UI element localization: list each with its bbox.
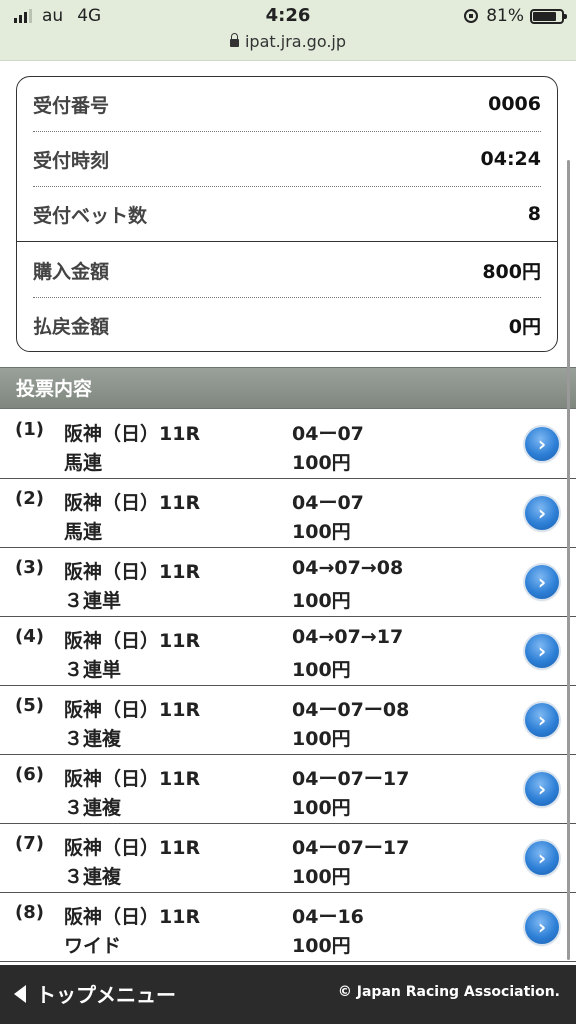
receipt-summary: 受付番号 0006 受付時刻 04:24 受付ベット数 8 購入金額 800円 … — [16, 76, 558, 352]
address-bar[interactable]: ipat.jra.go.jp — [0, 32, 576, 51]
bet-type: ３連単 — [64, 659, 122, 681]
bet-number: (2) — [15, 488, 44, 509]
bet-type: ３連複 — [64, 797, 122, 819]
bet-race: 阪神（日）11R — [64, 423, 201, 445]
bet-type: ３連複 — [64, 866, 122, 888]
chevron-right-icon[interactable]: › — [525, 703, 559, 737]
bet-amount: 100円 — [292, 452, 351, 474]
bet-amount: 100円 — [292, 935, 351, 957]
bet-amount: 100円 — [292, 659, 351, 681]
summary-label: 受付番号 — [33, 94, 110, 117]
bet-race: 阪神（日）11R — [64, 768, 201, 790]
bet-number: (7) — [15, 833, 44, 854]
summary-value: 04:24 — [480, 148, 541, 170]
bet-race: 阪神（日）11R — [64, 630, 201, 652]
scrollbar[interactable] — [567, 160, 570, 960]
bet-type: 馬連 — [64, 452, 103, 474]
bet-combination: 04→07→17 — [292, 626, 404, 648]
bet-number: (5) — [15, 695, 44, 716]
bet-row[interactable]: (5) 阪神（日）11R ３連複 04ー07ー08 100円 › — [0, 686, 576, 755]
summary-row-receipt-time: 受付時刻 04:24 — [33, 132, 541, 186]
bet-race: 阪神（日）11R — [64, 561, 201, 583]
section-header: 投票内容 — [0, 367, 576, 409]
status-right: 81% — [464, 6, 567, 26]
bet-race: 阪神（日）11R — [64, 492, 201, 514]
summary-value: 0円 — [508, 315, 541, 338]
bet-row[interactable]: (1) 阪神（日）11R 馬連 04ー07 100円 › — [0, 410, 576, 479]
bet-row[interactable]: (4) 阪神（日）11R ３連単 04→07→17 100円 › — [0, 617, 576, 686]
bet-row[interactable]: (6) 阪神（日）11R ３連複 04ー07ー17 100円 › — [0, 755, 576, 824]
chevron-right-icon[interactable]: › — [525, 772, 559, 806]
padlock-icon — [229, 33, 239, 47]
bet-amount: 100円 — [292, 866, 351, 888]
bet-combination: 04→07→08 — [292, 557, 404, 579]
bet-type: ３連単 — [64, 590, 122, 612]
bet-amount: 100円 — [292, 797, 351, 819]
summary-row-receipt-number: 受付番号 0006 — [33, 77, 541, 131]
bet-race: 阪神（日）11R — [64, 699, 201, 721]
summary-label: 受付時刻 — [33, 149, 110, 172]
bet-number: (8) — [15, 902, 44, 923]
bet-combination: 04ー07ー17 — [292, 768, 410, 790]
bet-combination: 04ー07 — [292, 423, 364, 445]
chevron-right-icon[interactable]: › — [525, 634, 559, 668]
bet-number: (4) — [15, 626, 44, 647]
url-text: ipat.jra.go.jp — [244, 32, 347, 51]
bet-number: (6) — [15, 764, 44, 785]
chevron-right-icon[interactable]: › — [525, 565, 559, 599]
summary-row-payout-amount: 払戻金額 0円 — [33, 298, 541, 352]
rotation-lock-icon — [464, 9, 479, 23]
chevron-right-icon[interactable]: › — [525, 496, 559, 530]
bet-combination: 04ー16 — [292, 906, 364, 928]
bet-amount: 100円 — [292, 728, 351, 750]
battery-icon — [530, 8, 567, 24]
bet-number: (3) — [15, 557, 44, 578]
bet-type: 馬連 — [64, 521, 103, 543]
summary-value: 8 — [527, 203, 541, 225]
status-bar: au 4G 4:26 81% ipat.jra.go.jp — [0, 0, 576, 61]
summary-value: 800円 — [482, 260, 541, 283]
bet-amount: 100円 — [292, 590, 351, 612]
bet-combination: 04ー07ー08 — [292, 699, 410, 721]
chevron-right-icon[interactable]: › — [525, 841, 559, 875]
top-menu-link[interactable]: トップメニュー — [14, 979, 176, 1008]
summary-label: 受付ベット数 — [33, 204, 148, 227]
copyright: © Japan Racing Association. — [337, 984, 560, 1000]
chevron-right-icon[interactable]: › — [525, 910, 559, 944]
bet-number: (1) — [15, 419, 44, 440]
bet-race: 阪神（日）11R — [64, 837, 201, 859]
bet-type: ３連複 — [64, 728, 122, 750]
bet-amount: 100円 — [292, 521, 351, 543]
summary-label: 購入金額 — [33, 260, 110, 283]
bet-combination: 04ー07ー17 — [292, 837, 410, 859]
bet-row[interactable]: (7) 阪神（日）11R ３連複 04ー07ー17 100円 › — [0, 824, 576, 893]
bet-row[interactable]: (8) 阪神（日）11R ワイド 04ー16 100円 › — [0, 893, 576, 962]
bet-row[interactable]: (3) 阪神（日）11R ３連単 04→07→08 100円 › — [0, 548, 576, 617]
back-arrow-icon — [14, 984, 26, 1003]
divider — [17, 241, 557, 242]
top-menu-label: トップメニュー — [36, 983, 176, 1007]
bet-combination: 04ー07 — [292, 492, 364, 514]
summary-row-purchase-amount: 購入金額 800円 — [33, 243, 541, 297]
summary-row-bet-count: 受付ベット数 8 — [33, 187, 541, 241]
bet-type: ワイド — [64, 935, 122, 957]
summary-label: 払戻金額 — [33, 315, 110, 338]
bet-row[interactable]: (2) 阪神（日）11R 馬連 04ー07 100円 › — [0, 479, 576, 548]
summary-value: 0006 — [488, 93, 541, 115]
chevron-right-icon[interactable]: › — [525, 427, 559, 461]
bet-race: 阪神（日）11R — [64, 906, 201, 928]
battery-percent: 81% — [486, 6, 524, 26]
footer-bar: トップメニュー © Japan Racing Association. — [0, 965, 576, 1024]
